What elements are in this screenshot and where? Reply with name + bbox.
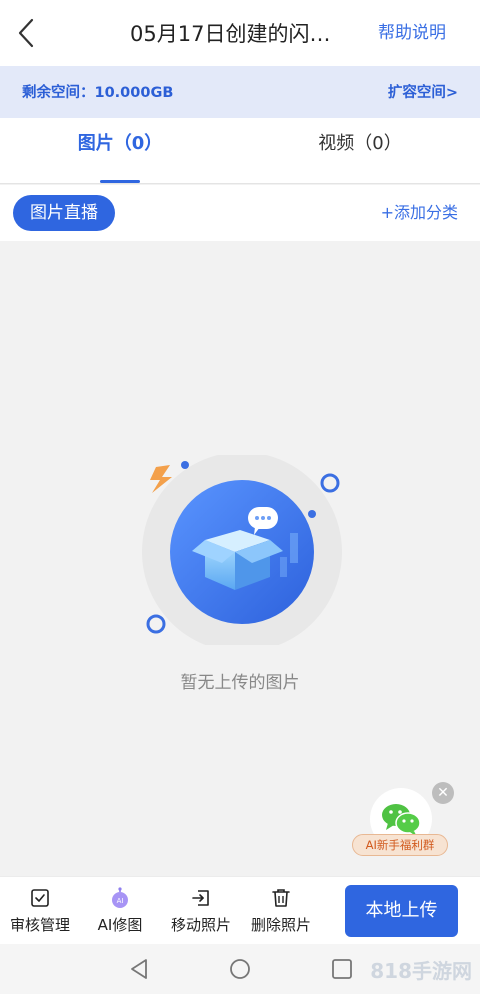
chevron-left-icon xyxy=(18,18,34,48)
ai-robot-icon: AI xyxy=(112,887,128,908)
move-photos-label: 移动照片 xyxy=(170,916,231,934)
circle-home-icon[interactable] xyxy=(227,956,253,982)
delete-photos-button[interactable]: 删除照片 xyxy=(246,887,316,941)
remaining-space-text: 剩余空间：10.000GB xyxy=(22,85,174,101)
back-button[interactable] xyxy=(14,16,44,50)
move-icon xyxy=(192,890,209,906)
trash-icon xyxy=(272,889,290,907)
checkbox-icon xyxy=(31,889,49,907)
add-category-button[interactable]: +添加分类 xyxy=(381,201,458,225)
delete-photos-label: 删除照片 xyxy=(250,916,311,934)
move-photos-button[interactable]: 移动照片 xyxy=(166,887,236,941)
triangle-back-icon[interactable] xyxy=(126,956,152,982)
ai-retouch-button[interactable]: AI AI修图 xyxy=(88,887,152,941)
help-link[interactable]: 帮助说明 xyxy=(378,20,446,46)
category-chip-photo-live[interactable]: 图片直播 xyxy=(13,195,115,231)
expand-space-link[interactable]: 扩容空间> xyxy=(388,82,458,104)
ai-retouch-label: AI修图 xyxy=(97,916,143,934)
tab-photos[interactable]: 图片（0） xyxy=(0,118,240,184)
category-bar: 图片直播 +添加分类 xyxy=(0,185,480,241)
square-recents-icon[interactable] xyxy=(329,956,355,982)
bottom-toolbar: 审核管理 AI AI修图 移动照片 删除照片 本地上传 xyxy=(0,876,480,944)
review-manage-label: 审核管理 xyxy=(9,916,70,934)
empty-state-message: 暂无上传的图片 xyxy=(180,673,300,693)
local-upload-button[interactable]: 本地上传 xyxy=(345,885,458,937)
active-tab-indicator xyxy=(100,180,140,183)
header-bar: 05月17日创建的闪… 帮助说明 xyxy=(0,0,480,66)
tab-videos[interactable]: 视频（0） xyxy=(240,118,480,184)
ai-welfare-group-promo[interactable]: AI新手福利群 ✕ xyxy=(352,782,458,858)
page-title: 05月17日创建的闪… xyxy=(130,22,331,46)
review-manage-button[interactable]: 审核管理 xyxy=(4,887,76,941)
empty-box-icon xyxy=(142,455,342,645)
watermark-text: 818手游网 xyxy=(370,959,472,983)
promo-label: AI新手福利群 xyxy=(352,834,448,856)
close-icon[interactable]: ✕ xyxy=(432,782,454,804)
storage-banner: 剩余空间：10.000GB 扩容空间> xyxy=(0,66,480,118)
svg-text:AI: AI xyxy=(117,897,124,905)
system-nav-bar: 818手游网 xyxy=(0,944,480,994)
media-tabs: 图片（0） 视频（0） xyxy=(0,118,480,184)
app-screen: 05月17日创建的闪… 帮助说明 剩余空间：10.000GB 扩容空间> 图片（… xyxy=(0,0,480,994)
